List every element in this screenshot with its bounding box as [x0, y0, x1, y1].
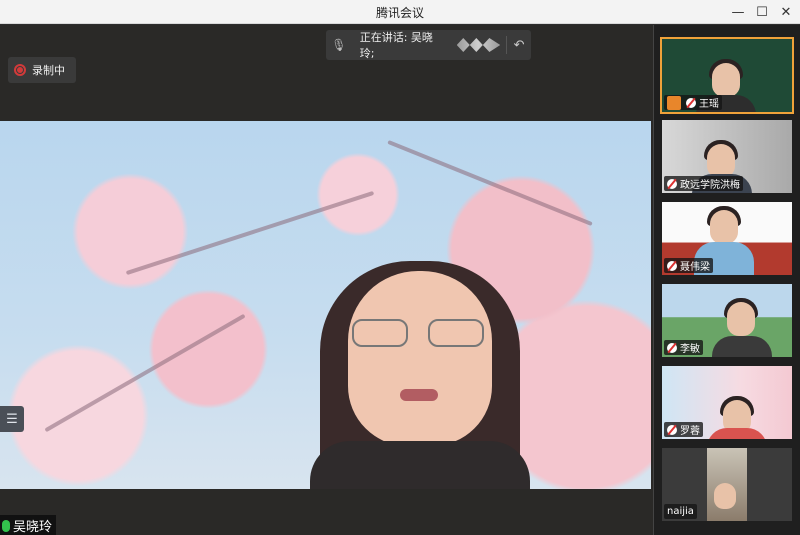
- participant-label: 王瑶: [664, 95, 722, 110]
- main-stage: 录制中 🎙 正在讲话: 吴晓玲; ↶ ☰ 吴晓玲: [0, 25, 653, 535]
- participant-name: 王瑶: [699, 99, 719, 110]
- participant-tile[interactable]: 政远学院洪梅: [662, 120, 792, 193]
- participant-body: [712, 336, 772, 357]
- main-speaker-name: 吴晓玲: [13, 520, 53, 535]
- main-video: [0, 121, 651, 489]
- record-icon: [14, 64, 26, 76]
- participant-face: [707, 144, 735, 178]
- participant-name: naijia: [667, 506, 694, 517]
- speaker-face: [348, 271, 492, 446]
- main-speaker-name-tag: 吴晓玲: [0, 515, 57, 535]
- mic-muted-icon: [667, 342, 677, 353]
- window-title: 腾讯会议: [375, 6, 424, 20]
- host-icon: [667, 95, 681, 110]
- participant-label: 聂伟梁: [664, 258, 713, 273]
- participant-label: 政远学院洪梅: [664, 176, 743, 191]
- background-branch: [387, 139, 593, 227]
- participant-name: 罗蓉: [680, 426, 700, 437]
- mic-muted-icon: [667, 178, 677, 189]
- mic-muted-icon: [686, 97, 696, 108]
- participant-tile[interactable]: 聂伟梁: [662, 202, 792, 275]
- participant-tile[interactable]: 王瑶: [660, 37, 794, 114]
- microphone-icon: 🎙: [331, 38, 347, 52]
- participant-face: [727, 302, 755, 336]
- recording-label: 录制中: [32, 64, 65, 77]
- glasses: [352, 319, 488, 349]
- participant-name: 政远学院洪梅: [680, 180, 740, 191]
- mic-muted-icon: [667, 260, 677, 271]
- recording-indicator[interactable]: 录制中: [8, 57, 76, 83]
- speaking-text: 正在讲话: 吴晓玲;: [359, 31, 433, 60]
- participant-label: 罗蓉: [664, 422, 703, 437]
- list-toggle-icon[interactable]: ☰: [0, 406, 24, 432]
- meeting-window: 腾讯会议 — ☐ ✕ 录制中 🎙 正在讲话: 吴晓玲; ↶ ☰ 吴晓玲 王瑶 政…: [0, 0, 800, 535]
- background-branch: [44, 313, 246, 433]
- audio-wave-icon: [456, 38, 501, 52]
- participant-tile[interactable]: 罗蓉: [662, 366, 792, 439]
- close-icon[interactable]: ✕: [772, 0, 800, 24]
- participant-name: 李敏: [680, 344, 700, 355]
- speaker-mouth: [400, 389, 438, 401]
- participant-face: [714, 483, 736, 509]
- participant-face: [710, 210, 738, 244]
- speaker-video: [300, 261, 540, 489]
- mic-active-icon: [2, 519, 10, 532]
- participant-name: 聂伟梁: [680, 262, 710, 273]
- speaker-body: [310, 441, 530, 489]
- participant-tile[interactable]: 李敏: [662, 284, 792, 357]
- participant-panel: 王瑶 政远学院洪梅 聂伟梁 李敏 罗蓉 naijia: [653, 25, 800, 535]
- participant-tile[interactable]: naijia: [662, 448, 792, 521]
- participant-face: [712, 63, 740, 97]
- title-bar: 腾讯会议 — ☐ ✕: [0, 0, 800, 24]
- participant-label: 李敏: [664, 340, 703, 355]
- mic-muted-icon: [667, 424, 677, 435]
- reply-icon[interactable]: ↶: [507, 38, 531, 53]
- participant-label: naijia: [664, 504, 697, 519]
- speaking-indicator: 🎙 正在讲话: 吴晓玲; ↶: [326, 30, 531, 60]
